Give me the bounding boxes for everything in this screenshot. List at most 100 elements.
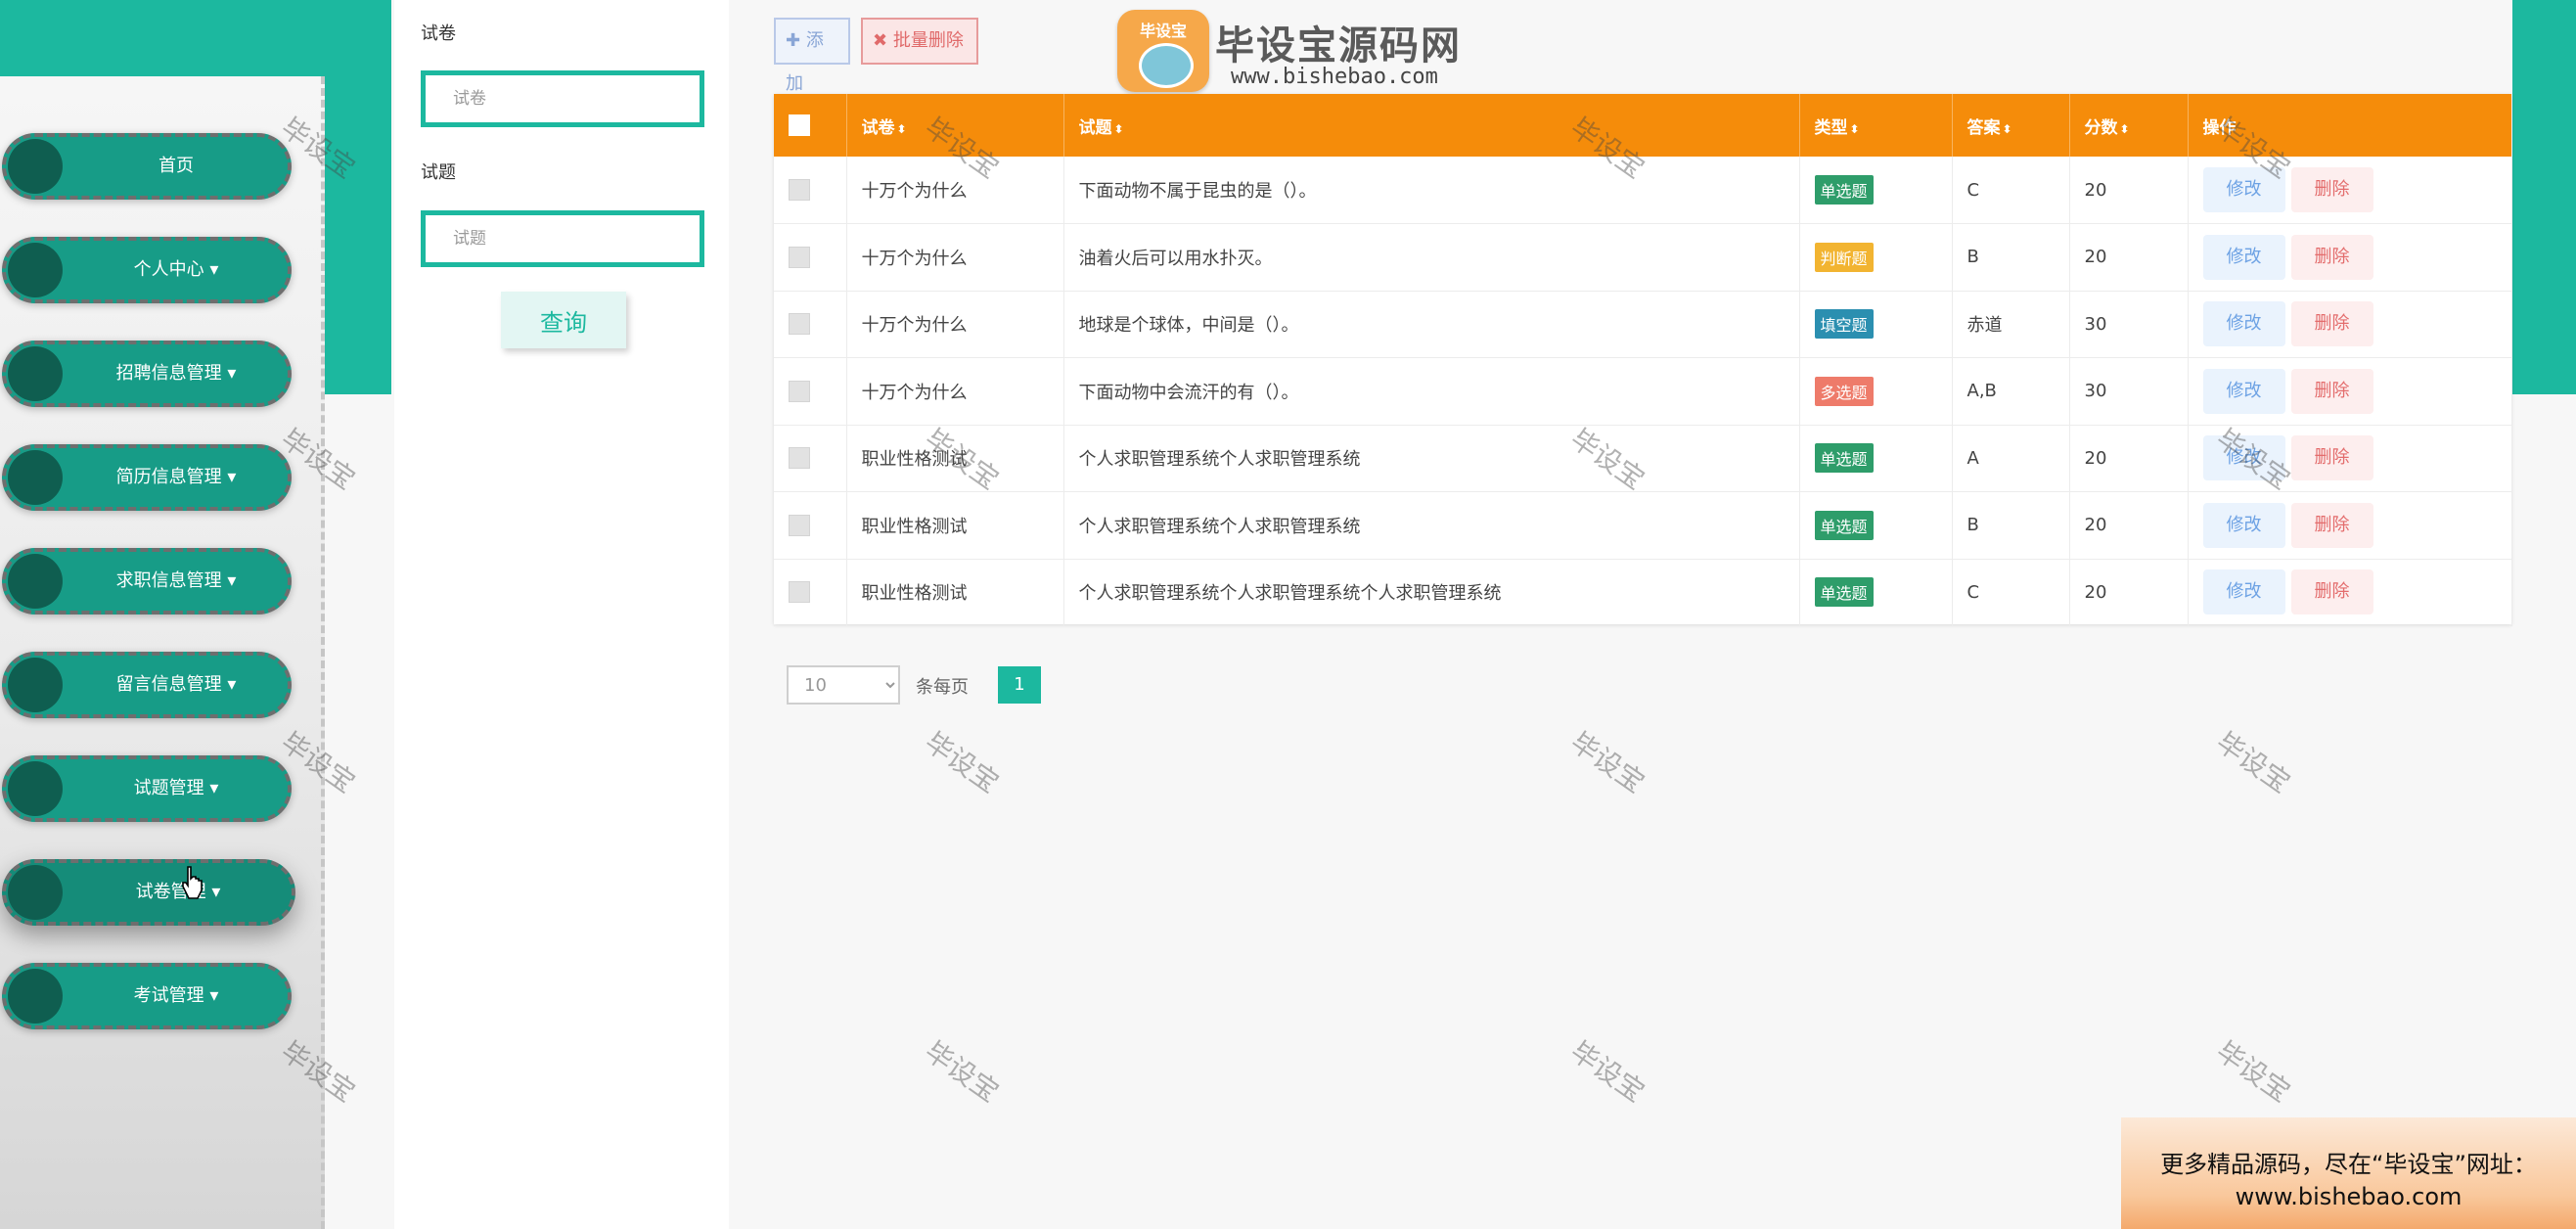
delete-button[interactable]: 删除	[2290, 569, 2373, 615]
site-logo: 毕设宝 毕设宝源码网 www.bishebao.com	[1113, 8, 1485, 100]
column-header-score[interactable]: 分数 ⬍	[2069, 94, 2189, 157]
paper-search-input[interactable]	[421, 70, 704, 127]
watermark: 毕设宝	[919, 1034, 1006, 1109]
answer-cell: B	[1952, 491, 2070, 559]
column-header-type[interactable]: 类型 ⬍	[1799, 94, 1953, 157]
column-header-question[interactable]: 试题 ⬍	[1063, 94, 1800, 157]
action-cell: 修改 删除	[2188, 357, 2512, 425]
add-button[interactable]: ✚ 添加	[774, 18, 850, 94]
delete-button[interactable]: 删除	[2290, 167, 2373, 212]
type-badge: 单选题	[1814, 510, 1874, 540]
edit-button[interactable]: 修改	[2202, 167, 2285, 212]
edit-button[interactable]: 修改	[2202, 301, 2285, 347]
sidebar-item-label: 考试管理 ▾	[133, 985, 219, 1006]
row-checkbox[interactable]	[789, 246, 810, 268]
edit-button[interactable]: 修改	[2202, 234, 2285, 280]
query-button[interactable]: 查询	[501, 292, 626, 348]
caret-down-icon: ▾	[209, 778, 219, 798]
type-cell: 单选题	[1799, 559, 1953, 626]
paper-cell: 职业性格测试	[846, 425, 1064, 492]
score-cell: 20	[2069, 425, 2189, 492]
score-cell: 20	[2069, 559, 2189, 626]
score-cell: 20	[2069, 157, 2189, 224]
delete-button[interactable]: 删除	[2290, 234, 2373, 280]
watermark: 毕设宝	[919, 725, 1006, 799]
select-all-checkbox[interactable]	[789, 114, 810, 136]
row-checkbox[interactable]	[789, 380, 810, 402]
sidebar-item-exams[interactable]: 考试管理 ▾	[2, 963, 292, 1029]
select-cell	[774, 491, 847, 559]
paper-cell: 十万个为什么	[846, 291, 1064, 358]
type-badge: 多选题	[1814, 376, 1874, 406]
logo-badge-text: 毕设宝	[1139, 22, 1187, 40]
type-badge: 单选题	[1814, 175, 1874, 205]
sidebar-item-recruitment[interactable]: 招聘信息管理 ▾	[2, 341, 292, 407]
question-cell: 下面动物不属于昆虫的是（）。	[1063, 157, 1800, 224]
sidebar: 首页 个人中心 ▾ 招聘信息管理 ▾ 简历信息管理 ▾ 求职信息管理 ▾ 留言信…	[0, 76, 325, 1229]
row-checkbox[interactable]	[789, 514, 810, 536]
column-header-paper[interactable]: 试卷 ⬍	[846, 94, 1064, 157]
caret-down-icon: ▾	[209, 985, 219, 1006]
menu-circle-icon	[8, 865, 63, 920]
sidebar-item-label: 个人中心 ▾	[133, 259, 219, 280]
row-checkbox[interactable]	[789, 313, 810, 336]
answer-cell: 赤道	[1952, 291, 2070, 358]
paper-cell: 职业性格测试	[846, 491, 1064, 559]
sidebar-item-label: 简历信息管理 ▾	[115, 467, 237, 487]
sidebar-item-personal-center[interactable]: 个人中心 ▾	[2, 237, 292, 303]
batch-delete-label: 批量删除	[892, 30, 964, 51]
mouse-pointer-icon	[182, 866, 203, 899]
delete-button[interactable]: 删除	[2290, 502, 2373, 548]
page-size-select[interactable]: 10	[787, 665, 900, 705]
table-header-row: 试卷 ⬍ 试题 ⬍ 类型 ⬍ 答案 ⬍ 分数 ⬍ 操作	[774, 94, 2512, 157]
page-number-button[interactable]: 1	[998, 666, 1041, 704]
row-checkbox[interactable]	[789, 179, 810, 201]
delete-button[interactable]: 删除	[2290, 368, 2373, 414]
sidebar-item-questions[interactable]: 试题管理 ▾	[2, 755, 292, 822]
header-band-right	[2512, 0, 2576, 394]
select-cell	[774, 357, 847, 425]
sort-icon: ⬍	[2002, 121, 2012, 136]
column-header-answer[interactable]: 答案 ⬍	[1952, 94, 2070, 157]
delete-button[interactable]: 删除	[2290, 435, 2373, 481]
sidebar-item-label: 留言信息管理 ▾	[115, 674, 237, 695]
logo-badge: 毕设宝	[1117, 10, 1209, 92]
edit-button[interactable]: 修改	[2202, 502, 2285, 548]
type-cell: 填空题	[1799, 291, 1953, 358]
delete-button[interactable]: 删除	[2290, 301, 2373, 347]
menu-circle-icon	[8, 346, 63, 401]
answer-cell: A	[1952, 425, 2070, 492]
sidebar-item-label: 试卷管理 ▾	[135, 882, 221, 902]
type-cell: 判断题	[1799, 223, 1953, 291]
type-badge: 填空题	[1814, 309, 1874, 340]
sidebar-item-home[interactable]: 首页	[2, 133, 292, 200]
row-checkbox[interactable]	[789, 581, 810, 604]
score-cell: 30	[2069, 291, 2189, 358]
row-checkbox[interactable]	[789, 447, 810, 470]
promo-banner: 更多精品源码，尽在“毕设宝”网址： www.bishebao.com	[2121, 1117, 2576, 1229]
sidebar-item-job-seeking[interactable]: 求职信息管理 ▾	[2, 548, 292, 614]
menu-circle-icon	[8, 554, 63, 609]
action-cell: 修改 删除	[2188, 491, 2512, 559]
sidebar-item-label: 首页	[158, 156, 194, 176]
caret-down-icon: ▾	[227, 570, 237, 591]
sort-icon: ⬍	[1113, 121, 1124, 136]
action-cell: 修改 删除	[2188, 291, 2512, 358]
select-cell	[774, 425, 847, 492]
action-cell: 修改 删除	[2188, 559, 2512, 626]
edit-button[interactable]: 修改	[2202, 569, 2285, 615]
paper-field-label: 试卷	[421, 23, 456, 44]
logo-title: 毕设宝源码网	[1215, 23, 1462, 68]
question-search-input[interactable]	[421, 210, 704, 267]
sidebar-item-messages[interactable]: 留言信息管理 ▾	[2, 652, 292, 718]
edit-button[interactable]: 修改	[2202, 368, 2285, 414]
question-cell: 个人求职管理系统个人求职管理系统	[1063, 425, 1800, 492]
logo-subtitle: www.bishebao.com	[1231, 65, 1438, 89]
answer-cell: A,B	[1952, 357, 2070, 425]
batch-delete-button[interactable]: ✖ 批量删除	[861, 18, 978, 65]
sidebar-item-resume[interactable]: 简历信息管理 ▾	[2, 444, 292, 511]
select-cell	[774, 223, 847, 291]
sidebar-item-papers[interactable]: 试卷管理 ▾	[2, 859, 295, 926]
edit-button[interactable]: 修改	[2202, 435, 2285, 481]
table-row: 十万个为什么 下面动物中会流汗的有（）。 多选题 A,B 30 修改 删除	[774, 357, 2512, 425]
